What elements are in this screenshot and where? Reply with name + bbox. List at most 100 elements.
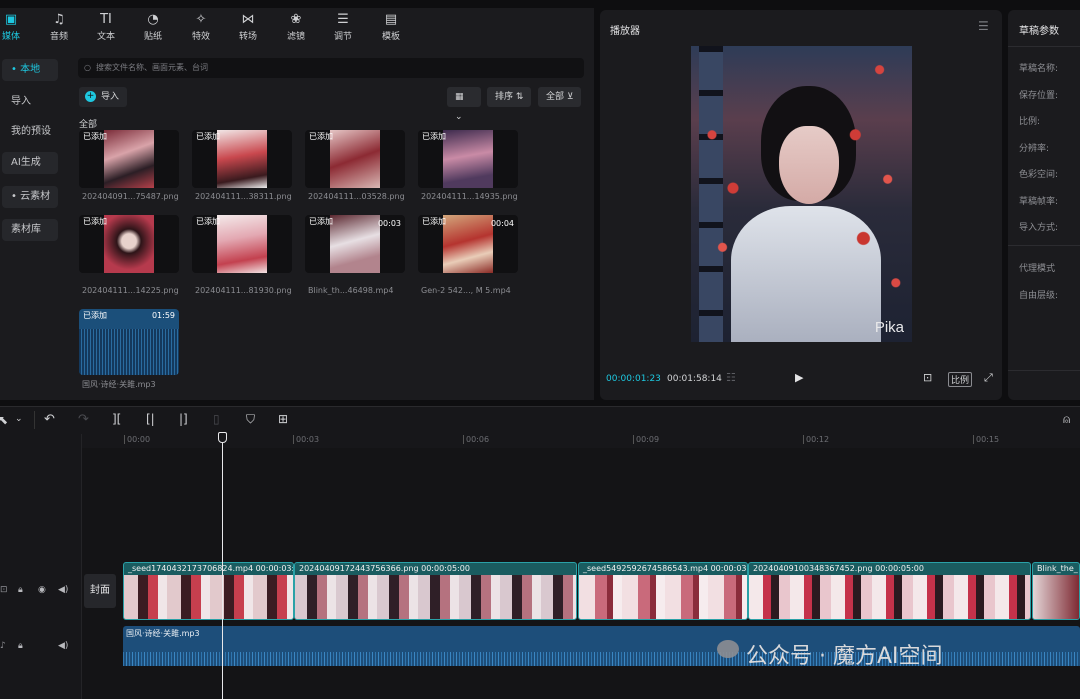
tool-text[interactable]: TI 文本 [86,12,126,42]
tool-sticker[interactable]: ◔ 贴纸 [133,12,173,42]
sort-button[interactable]: 排序 ⇅ [487,87,532,107]
volume-icon[interactable]: ◀) [58,641,68,651]
param-color-space: 色彩空间: [1019,170,1059,180]
redo-icon[interactable]: ↷ [78,412,89,427]
ruler-tick: 00:00 [124,435,150,444]
media-source-nav: • 本地 导入 我的预设 AI生成 • 云素材 素材库 [0,46,66,400]
playhead[interactable] [222,434,223,699]
effects-icon: ✧ [195,12,207,27]
timeline-toolbar: ⬉ ⌄ ↶ ↷ ][ [| |] ▯ ⛉ ⊞ ⍝ [0,406,1080,434]
media-search-input[interactable]: ○ 搜索文件名称、画面元素、台词 [78,58,584,78]
split-right-icon[interactable]: |] [179,412,188,426]
nav-ai-generate[interactable]: AI生成 [2,152,58,174]
eye-icon[interactable]: ◉ [38,585,46,595]
tool-audio[interactable]: ♫ 音频 [39,12,79,42]
clip-frames [1033,575,1079,619]
filter-button[interactable]: 全部 ⊻ [538,87,582,107]
view-mode-button[interactable]: ▦ ⌄ [447,87,481,122]
media-item[interactable]: 已添加 [418,130,518,188]
split-icon[interactable]: ][ [112,412,121,426]
clip-frames [124,575,293,619]
video-editor: ▣ 媒体 ♫ 音频 TI 文本 ◔ 贴纸 ✧ 特效 ⋈ 转场 ❀ 滤镜 ☰ 调节 ▤ 模板 • 本… [0,0,1080,699]
media-filename: 国风·诗经·关雎.mp3 [82,380,156,389]
media-item[interactable]: 已添加 00:04 [418,215,518,273]
nav-import[interactable]: 导入 [2,91,58,113]
param-resolution: 分辨率: [1019,144,1050,154]
player-panel: 播放器 ☰ Pika 00:00:01:23 00:01:58:14 ☷ ▶ ⊡… [600,10,1002,400]
ruler-tick: 00:15 [973,435,999,444]
media-item[interactable]: 已添加 [305,130,405,188]
media-item[interactable]: 已添加 00:03 [305,215,405,273]
media-filename: Gen-2 542..., M 5.mp4 [421,286,511,295]
video-clip[interactable]: Blink_the_ [1032,562,1080,620]
timecode-format-icon[interactable]: ☷ [726,371,736,384]
video-clip[interactable]: _seed5492592674586543.mp4 00:00:03:0 [578,562,748,620]
adjust-icon: ☰ [337,12,349,27]
media-item[interactable]: 已添加 [79,215,179,273]
lock-icon[interactable]: 🔒︎ [18,641,23,651]
play-icon[interactable]: ▶ [795,371,803,384]
text-icon: TI [100,12,112,27]
media-item[interactable]: 已添加 [192,215,292,273]
volume-icon[interactable]: ◀) [58,585,68,595]
menu-icon[interactable]: ☰ [978,19,989,33]
plum-blossoms [831,46,912,342]
tool-filter[interactable]: ❀ 滤镜 [276,12,316,42]
tool-adjust[interactable]: ☰ 调节 [323,12,363,42]
ruler-tick: 00:12 [803,435,829,444]
param-ratio: 比例: [1019,117,1041,127]
param-free-layer: 自由层级: [1019,291,1059,301]
split-left-icon[interactable]: [| [146,412,155,426]
player-title: 播放器 [610,26,640,37]
preview-canvas[interactable]: Pika [691,46,912,342]
nav-my-presets[interactable]: 我的预设 [2,121,58,143]
divider [1008,46,1080,47]
thumbnail-image [443,215,493,273]
chevron-down-icon[interactable]: ⌄ [15,414,23,424]
thumbnail-image [104,130,154,188]
marker-icon[interactable]: ⛉ [246,412,255,427]
undo-icon[interactable]: ↶ [44,412,55,427]
media-filename: 202404111...03528.png [308,192,405,201]
timeline-ruler[interactable]: 00:00 00:03 00:06 00:09 00:12 00:15 [82,434,1080,448]
media-item[interactable]: 已添加 [79,130,179,188]
pika-watermark: Pika [874,319,904,336]
thumbnail-image [217,130,267,188]
video-clip[interactable]: _seed1740432173706824.mp4 00:00:03:0 [123,562,294,620]
lock-icon[interactable]: 🔒︎ [18,585,23,595]
ruler-tick: 00:09 [633,435,659,444]
media-item[interactable]: 已添加 [192,130,292,188]
nav-library[interactable]: 素材库 [2,219,58,241]
param-proxy-mode: 代理模式 [1019,264,1056,274]
playhead-handle[interactable] [218,432,227,443]
media-panel: ○ 搜索文件名称、画面元素、台词 + 导入 ▦ ⌄ 排序 ⇅ 全部 ⊻ 全部 已… [66,46,594,400]
filter-icon: ⊻ [566,92,574,102]
transition-icon: ⋈ [241,12,255,27]
microphone-icon[interactable]: ⍝ [1063,412,1070,427]
thumbnail-image [330,215,380,273]
nav-local[interactable]: • 本地 [2,59,58,81]
clip-frames [749,575,1030,619]
video-clip[interactable]: 20240409172443756366.png 00:00:05:00 [294,562,577,620]
video-clip[interactable]: 20240409100348367452.png 00:00:05:00 [748,562,1031,620]
zoom-icon[interactable]: ⊡ [923,371,932,384]
media-filename: 202404111...38311.png [195,192,292,201]
tool-template[interactable]: ▤ 模板 [371,12,411,42]
ratio-button[interactable]: 比例 [948,372,973,387]
select-tool-icon[interactable]: ⬉ [0,413,8,427]
delete-icon[interactable]: ▯ [213,412,220,426]
nav-cloud[interactable]: • 云素材 [2,186,58,208]
cover-button[interactable]: 封面 [84,574,116,608]
fullscreen-icon[interactable]: ⤢ [984,371,993,385]
param-save-location: 保存位置: [1019,91,1059,101]
total-time: 00:01:58:14 [667,374,722,384]
ruler-tick: 00:06 [463,435,489,444]
tool-transition[interactable]: ⋈ 转场 [228,12,268,42]
tool-media[interactable]: ▣ 媒体 [0,12,31,42]
media-filename: 202404111...14935.png [421,192,518,201]
clip-frames [295,575,576,619]
media-item[interactable]: 已添加 01:59 [79,309,179,375]
import-button[interactable]: + 导入 [79,87,128,107]
image-edit-icon[interactable]: ⊞ [278,412,288,426]
tool-effects[interactable]: ✧ 特效 [181,12,221,42]
